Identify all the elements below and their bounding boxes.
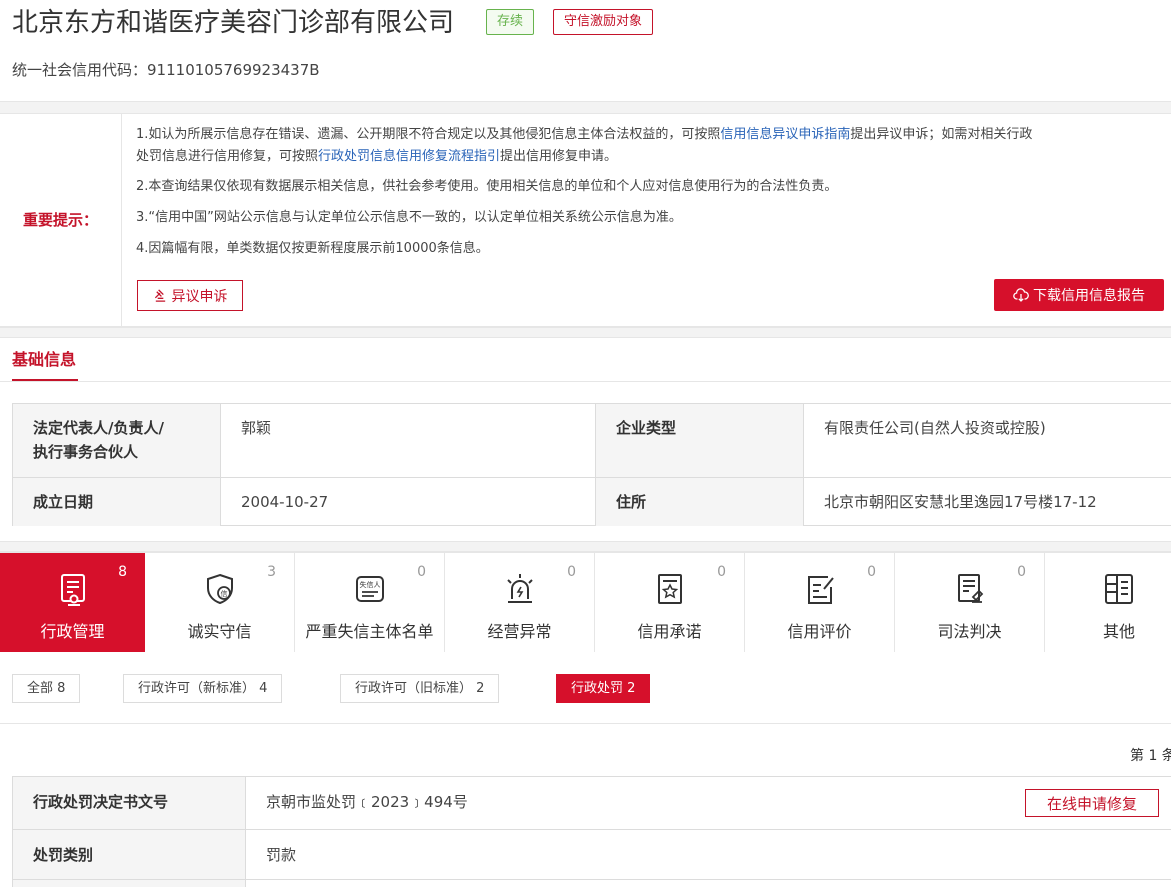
category-tab-judgment[interactable]: 0 司法判决 — [895, 553, 1045, 652]
category-tab-honesty[interactable]: 3 信 诚实守信 — [145, 553, 295, 652]
download-report-button[interactable]: 下载信用信息报告 — [994, 279, 1164, 311]
enterprise-type-label: 企业类型 — [596, 404, 803, 477]
status-badge: 存续 — [486, 9, 535, 35]
online-repair-button[interactable]: 在线申请修复 — [1025, 789, 1159, 817]
divider-bar — [0, 541, 1171, 552]
other-doc-icon — [1105, 574, 1133, 604]
svg-text:信: 信 — [220, 589, 227, 598]
category-count: 0 — [867, 564, 876, 580]
judgment-icon — [957, 574, 983, 603]
credit-code-label: 统一社会信用代码： — [12, 61, 148, 79]
penalty-detail-table: 行政处罚决定书文号 京朝市监处罚﹝2023﹞494号 处罚类别 罚款 — [12, 776, 1171, 887]
shield-credit-icon: 信 — [206, 573, 233, 605]
category-label: 严重失信主体名单 — [305, 622, 434, 641]
category-label: 信用承诺 — [637, 622, 702, 641]
company-name: 北京东方和谐医疗美容门诊部有限公司 — [12, 8, 455, 38]
category-label: 诚实守信 — [187, 622, 252, 641]
enterprise-type-value: 有限责任公司(自然人投资或控股) — [824, 419, 1046, 437]
category-count: 0 — [417, 564, 426, 580]
credit-code-value: 91110105769923437B — [147, 61, 320, 79]
notice-line-2: 处罚信息进行信用修复，可按照行政处罚信息信用修复流程指引提出信用修复申请。 — [136, 146, 1171, 168]
category-tab-evaluation[interactable]: 0 信用评价 — [745, 553, 895, 652]
category-label: 信用评价 — [787, 622, 852, 641]
admin-doc-icon — [60, 574, 85, 606]
download-button-label: 下载信用信息报告 — [1033, 288, 1145, 304]
dishonest-list-icon: 失信人 — [355, 576, 384, 602]
penalty-category-label: 处罚类别 — [13, 830, 245, 879]
promise-doc-icon — [657, 574, 682, 604]
category-tab-admin[interactable]: 8 行政管理 — [0, 553, 145, 652]
filter-all[interactable]: 全部 8 — [12, 674, 81, 703]
category-tabs: 8 行政管理 3 信 诚实守信 0 失信人 严重失信主体名单 0 经营异常 0 … — [0, 552, 1171, 652]
notice-line-5: 4.因篇幅有限，单类数据仅按更新程度展示前10000条信息。 — [136, 241, 489, 256]
alarm-light-icon — [506, 574, 533, 603]
category-count: 0 — [1017, 564, 1026, 580]
table-row-divider — [13, 879, 1171, 880]
category-label: 经营异常 — [487, 622, 552, 641]
filter-penalty[interactable]: 行政处罚 2 — [556, 674, 651, 703]
category-label: 司法判决 — [937, 622, 1002, 641]
section-divider — [0, 381, 1171, 382]
category-count: 3 — [267, 564, 276, 580]
category-tab-promise[interactable]: 0 信用承诺 — [595, 553, 745, 652]
legal-rep-label-line: 执行事务合伙人 — [33, 443, 139, 461]
notice-text: 提出异议申诉；如需对相关行政 — [850, 127, 1033, 142]
notice-line-4: 3.“信用中国”网站公示信息与认定单位公示信息不一致的，以认定单位相关系统公示信… — [136, 210, 682, 225]
important-notice: 重要提示： 1.如认为所展示信息存在错误、遗漏、公开期限不符合规定以及其他侵犯信… — [0, 113, 1171, 327]
founded-date-value: 2004-10-27 — [241, 493, 329, 511]
table-col-divider — [220, 404, 221, 526]
penalty-doc-no-value: 京朝市监处罚﹝2023﹞494号 — [266, 793, 468, 811]
credit-code-row: 统一社会信用代码：91110105769923437B — [12, 60, 320, 80]
dispute-button[interactable]: 异议申诉 — [137, 280, 243, 311]
founded-date-label: 成立日期 — [13, 478, 220, 526]
record-index: 第 1 条 — [1130, 748, 1171, 764]
svg-text:失信人: 失信人 — [359, 580, 380, 589]
dispute-guide-link[interactable]: 信用信息异议申诉指南 — [720, 127, 850, 142]
notice-line-3: 2.本查询结果仅依现有数据展示相关信息，供社会参考使用。使用相关信息的单位和个人… — [136, 179, 838, 194]
gavel-icon — [154, 289, 165, 302]
category-tab-dishonest-list[interactable]: 0 失信人 严重失信主体名单 — [295, 553, 445, 652]
table-col-divider — [245, 777, 246, 887]
basic-info-table: 法定代表人/负责人/ 执行事务合伙人 郭颖 企业类型 有限责任公司(自然人投资或… — [12, 403, 1171, 526]
cloud-download-icon — [1013, 288, 1029, 302]
notice-text: 处罚信息进行信用修复，可按照 — [136, 149, 319, 164]
category-label: 其他 — [1102, 622, 1135, 641]
filter-license-old[interactable]: 行政许可（旧标准） 2 — [340, 674, 500, 703]
table-row-divider — [13, 829, 1171, 830]
legal-rep-value: 郭颖 — [241, 419, 272, 437]
filter-license-new[interactable]: 行政许可（新标准） 4 — [123, 674, 283, 703]
notice-line-1: 1.如认为所展示信息存在错误、遗漏、公开期限不符合规定以及其他侵犯信息主体合法权… — [136, 124, 1171, 146]
category-count: 8 — [118, 564, 127, 580]
evaluation-icon — [807, 576, 834, 604]
category-count: 0 — [717, 564, 726, 580]
penalty-category-value: 罚款 — [266, 846, 297, 864]
dispute-button-label: 异议申诉 — [171, 288, 228, 305]
address-label: 住所 — [596, 478, 803, 526]
address-value: 北京市朝阳区安慧北里逸园17号楼17-12 — [824, 493, 1097, 511]
category-count: 0 — [567, 564, 576, 580]
table-row-divider — [13, 477, 1171, 478]
legal-rep-label-line: 法定代表人/负责人/ — [33, 419, 164, 437]
category-tab-abnormal[interactable]: 0 经营异常 — [445, 553, 595, 652]
legal-rep-label: 法定代表人/负责人/ 执行事务合伙人 — [13, 404, 220, 477]
section-title-basic-info[interactable]: 基础信息 — [12, 349, 76, 371]
incentive-badge: 守信激励对象 — [553, 9, 654, 35]
penalty-next-row-label — [13, 880, 245, 887]
filter-divider — [0, 723, 1171, 724]
repair-guide-link[interactable]: 行政处罚信息信用修复流程指引 — [318, 149, 500, 164]
category-label: 行政管理 — [40, 622, 105, 641]
notice-label: 重要提示： — [0, 113, 122, 326]
divider-bar — [0, 327, 1171, 338]
notice-text: 1.如认为所展示信息存在错误、遗漏、公开期限不符合规定以及其他侵犯信息主体合法权… — [136, 127, 721, 142]
table-col-divider — [595, 404, 596, 526]
penalty-doc-no-label: 行政处罚决定书文号 — [13, 777, 245, 829]
table-col-divider — [803, 404, 804, 526]
category-tab-other[interactable]: 其他 — [1045, 553, 1171, 652]
notice-text: 提出信用修复申请。 — [500, 149, 618, 164]
